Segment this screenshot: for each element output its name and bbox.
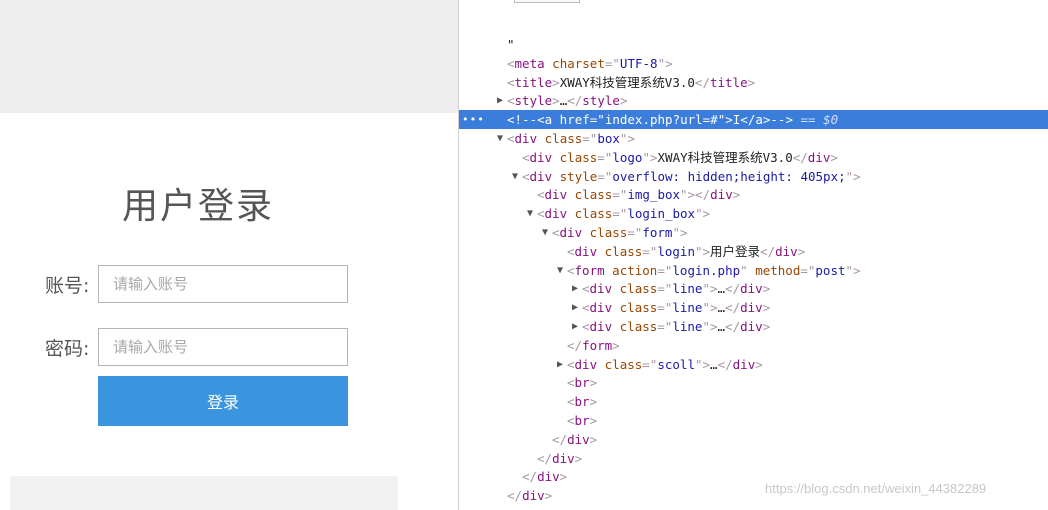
- dom-node-selected[interactable]: ••• <!--<a href="index.php?url=#">I</a>--…: [459, 110, 1048, 130]
- dom-node[interactable]: ▼ <div class="login_box">: [459, 204, 1048, 223]
- login-title: 用户登录: [121, 186, 274, 227]
- footer-area: [10, 476, 398, 510]
- node-markup: ": [507, 37, 515, 52]
- watermark: https://blog.csdn.net/weixin_44382289: [765, 481, 987, 496]
- dom-node[interactable]: ▶ <div class="line">…</div>: [459, 317, 1048, 336]
- node-markup: <form action="login.php" method="post">: [567, 262, 861, 278]
- node-markup: </div>: [522, 469, 568, 485]
- dom-node[interactable]: ▼ <div class="form">: [459, 223, 1048, 242]
- node-markup: <div class="login_box">: [537, 206, 711, 222]
- dom-node[interactable]: <div class="login">用户登录</div>: [459, 242, 1048, 261]
- expand-triangle-icon[interactable]: ▶: [569, 298, 581, 317]
- collapse-triangle-icon[interactable]: ▼: [554, 261, 566, 280]
- expand-triangle-icon[interactable]: ▶: [569, 317, 581, 336]
- username-row: 账号:: [45, 265, 348, 303]
- expand-triangle-icon[interactable]: ▶: [494, 91, 506, 110]
- node-markup: </div>: [507, 488, 553, 504]
- node-markup: <div class="line">…</div>: [582, 319, 771, 334]
- selected-node-marker: == $0: [792, 112, 839, 128]
- expand-triangle-icon[interactable]: ▶: [554, 355, 566, 374]
- node-markup: <div class="box">: [507, 131, 635, 146]
- password-label: 密码:: [45, 337, 90, 360]
- dom-node[interactable]: ▼ <form action="login.php" method="post">: [459, 261, 1048, 280]
- page-preview: 用户登录 账号: 密码: 登录: [0, 0, 458, 510]
- dom-node[interactable]: ▶ <div class="line">…</div>: [459, 298, 1048, 317]
- node-markup: </div>: [552, 431, 598, 447]
- username-input[interactable]: [98, 265, 348, 303]
- dom-node[interactable]: ▶ <div class="scoll">…</div>: [459, 355, 1048, 374]
- dom-node[interactable]: </form>: [459, 336, 1048, 355]
- dom-node[interactable]: <title>XWAY科技管理系统V3.0</title>: [459, 73, 1048, 92]
- dom-node[interactable]: <br>: [459, 411, 1048, 430]
- login-button[interactable]: 登录: [98, 376, 348, 426]
- expand-triangle-icon[interactable]: ▶: [569, 279, 581, 298]
- collapse-triangle-icon[interactable]: ▼: [524, 204, 536, 223]
- password-input[interactable]: [98, 328, 348, 366]
- node-markup: <!--<a href="index.php?url=#">I</a>--> =…: [507, 112, 839, 128]
- node-markup: <meta charset="UTF-8">: [507, 55, 673, 71]
- username-label: 账号:: [45, 274, 90, 297]
- collapse-triangle-icon[interactable]: ▼: [539, 223, 551, 242]
- node-menu-icon[interactable]: •••: [462, 110, 485, 129]
- devtools-elements-panel: " <meta charset="UTF-8"> <title>XWAY科技管理系统…: [459, 0, 1048, 510]
- node-markup: </form>: [567, 337, 620, 353]
- dom-node[interactable]: <div class="img_box"></div>: [459, 185, 1048, 204]
- node-markup: <title>XWAY科技管理系统V3.0</title>: [507, 74, 756, 90]
- node-markup: <div class="line">…</div>: [582, 300, 771, 316]
- dom-node[interactable]: </div>: [459, 430, 1048, 449]
- collapse-triangle-icon[interactable]: ▼: [494, 129, 506, 148]
- node-markup: <br>: [567, 413, 598, 428]
- node-markup: <div class="scoll">…</div>: [567, 356, 763, 372]
- node-markup: <div class="form">: [552, 225, 688, 240]
- dom-node[interactable]: </div>: [459, 449, 1048, 468]
- node-markup: <div class="login">用户登录</div>: [567, 243, 806, 259]
- dom-node[interactable]: ▶ <style>…</style>: [459, 91, 1048, 110]
- node-markup: <div style="overflow: hidden;height: 405…: [522, 168, 861, 184]
- dom-node[interactable]: <br>: [459, 373, 1048, 392]
- header-area: [0, 0, 458, 113]
- dom-node[interactable]: <div class="logo">XWAY科技管理系统V3.0</div>: [459, 148, 1048, 167]
- node-markup: <br>: [567, 394, 598, 410]
- password-row: 密码:: [45, 328, 348, 366]
- node-markup: <div class="img_box"></div>: [537, 187, 741, 203]
- node-markup: <div class="line">…</div>: [582, 281, 771, 297]
- node-markup: </div>: [537, 450, 583, 466]
- devtools-tab-edge: [514, 0, 580, 3]
- dom-node[interactable]: ▶ <div class="line">…</div>: [459, 279, 1048, 298]
- dom-node[interactable]: ": [459, 35, 1048, 54]
- node-markup: <style>…</style>: [507, 93, 628, 109]
- dom-node[interactable]: <meta charset="UTF-8">: [459, 54, 1048, 73]
- dom-node[interactable]: ▼ <div class="box">: [459, 129, 1048, 148]
- dom-node[interactable]: ▼ <div style="overflow: hidden;height: 40…: [459, 167, 1048, 186]
- dom-node[interactable]: <br>: [459, 392, 1048, 411]
- collapse-triangle-icon[interactable]: ▼: [509, 167, 521, 186]
- node-markup: <div class="logo">XWAY科技管理系统V3.0</div>: [522, 149, 838, 165]
- node-markup: <br>: [567, 375, 598, 391]
